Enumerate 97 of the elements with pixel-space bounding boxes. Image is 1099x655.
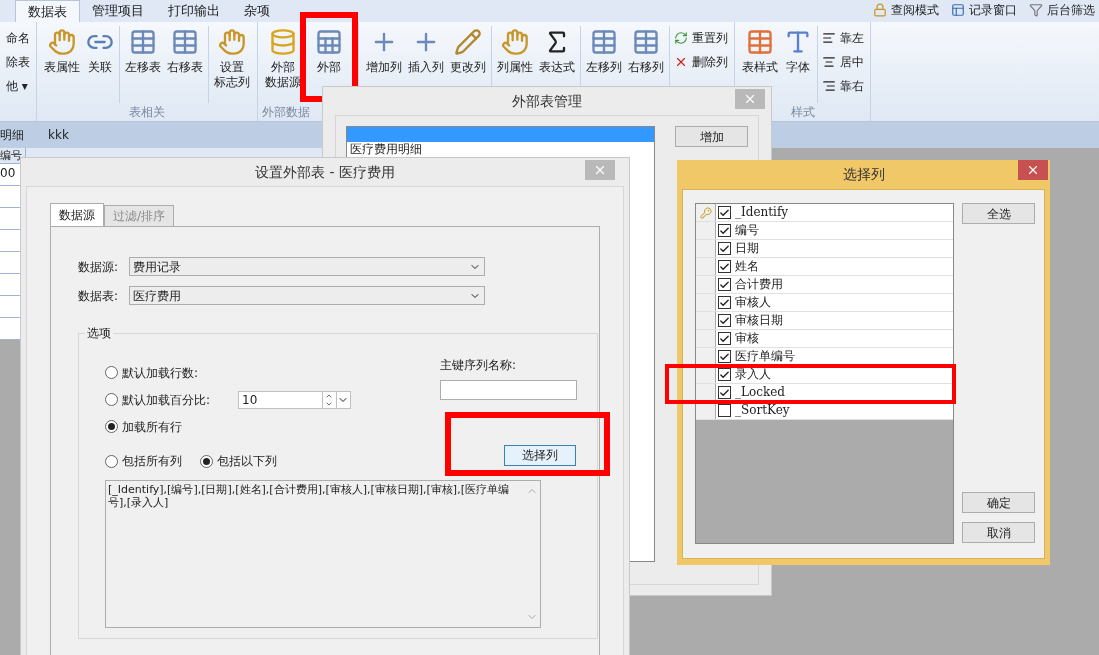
cancel-button[interactable]: 取消 (962, 522, 1035, 543)
ribbon-button[interactable]: 更改列 (447, 26, 489, 103)
dropdown-field[interactable]: 医疗费用 (129, 286, 485, 305)
checkbox[interactable] (718, 404, 731, 417)
ribbon-button[interactable]: 他 ▾ (4, 74, 32, 98)
input-field[interactable] (440, 380, 577, 400)
toolbar-button[interactable]: 后台筛选 (1029, 1, 1095, 19)
column-checkbox-row[interactable]: 编号 (716, 222, 761, 239)
pencil-icon (454, 28, 482, 56)
table-icon (632, 28, 660, 56)
ribbon-button[interactable]: 删除列 (672, 50, 730, 74)
ribbon-button[interactable]: 命名 (4, 26, 32, 50)
checkbox[interactable] (718, 260, 731, 273)
table-icon (171, 28, 199, 56)
group-label: 样式 (790, 104, 815, 121)
refresh-icon (674, 31, 688, 45)
ribbon-button[interactable]: 右移列 (625, 26, 667, 103)
radio-option[interactable]: 包括以下列 (200, 452, 277, 470)
window-icon (951, 3, 965, 17)
close-icon (1026, 163, 1040, 177)
table-icon (315, 28, 343, 56)
key-icon (699, 206, 712, 219)
field-label: 主键序列名称: (440, 357, 518, 374)
hand-icon (48, 28, 76, 56)
dropdown-field[interactable]: 费用记录 (129, 257, 485, 276)
choose-columns-button[interactable]: 选择列 (504, 444, 576, 466)
ribbon-button[interactable]: 右移表 (164, 26, 206, 103)
close-icon (743, 92, 757, 106)
dialog-title: 选择列 (842, 165, 885, 184)
dialog-title: 外部表管理 (512, 91, 582, 111)
checkbox[interactable] (718, 368, 731, 381)
ok-button[interactable]: 确定 (962, 492, 1035, 513)
table-icon (590, 28, 618, 56)
text-area[interactable]: [_Identify],[编号],[日期],[姓名],[合计费用],[审核人],[审核日期],[审核],[医疗单编号],[录入人] (105, 480, 541, 628)
column-checkbox-row[interactable]: 审核 (716, 330, 761, 347)
column-checkbox-row[interactable]: 姓名 (716, 258, 761, 275)
ribbon-button[interactable]: 表样式 (739, 26, 781, 103)
database-icon (269, 28, 297, 56)
hand-icon (218, 28, 246, 56)
menu-tab[interactable]: 数据表 (15, 0, 80, 22)
filter-icon (1029, 3, 1043, 17)
menu-tab[interactable]: 杂项 (232, 0, 282, 22)
ribbon-button[interactable]: 关联 (83, 26, 117, 103)
sheet-tab[interactable]: 明细 (0, 126, 24, 144)
ribbon-button[interactable]: 重置列 (672, 26, 730, 50)
align-center-icon (822, 55, 836, 69)
number-spinner[interactable]: 10 (238, 390, 352, 409)
toolbar-button[interactable]: 记录窗口 (951, 1, 1017, 19)
ribbon-button[interactable]: 外部 数据源 (262, 26, 304, 103)
add-button[interactable]: 增加 (675, 126, 748, 147)
ribbon-button[interactable]: 设置 标志列 (211, 26, 253, 103)
checkbox[interactable] (718, 350, 731, 363)
ribbon-button[interactable]: 表属性 (41, 26, 83, 103)
list-item[interactable]: 医疗费用明细 (347, 142, 654, 157)
checkbox[interactable] (718, 386, 731, 399)
close-button[interactable] (1018, 160, 1048, 180)
delete-icon (674, 55, 688, 69)
checkbox[interactable] (718, 278, 731, 291)
ribbon-button[interactable]: 靠右 (820, 74, 866, 98)
checkbox[interactable] (718, 242, 731, 255)
column-checkbox-row[interactable]: 日期 (716, 240, 761, 257)
radio-option[interactable]: 加载所有行 (105, 417, 182, 436)
dialog-title: 设置外部表 - 医疗费用 (255, 162, 395, 182)
ribbon-button[interactable]: 字体 (781, 26, 815, 103)
field-label: 数据源: (78, 258, 120, 276)
ribbon-button[interactable]: 左移列 (583, 26, 625, 103)
radio-option[interactable]: 包括所有列 (105, 452, 182, 470)
checkbox[interactable] (718, 332, 731, 345)
sheet-tab[interactable]: kkk (48, 126, 69, 144)
group-label: 表相关 (129, 104, 165, 121)
table-icon (746, 28, 774, 56)
align-left-icon (822, 31, 836, 45)
select-all-button[interactable]: 全选 (962, 203, 1035, 224)
column-list-text: [_Identify],[编号],[日期],[姓名],[合计费用],[审核人],[审核日期],[审核],[医疗单编号],[录入人] (107, 482, 510, 511)
dialog-tab[interactable]: 数据源 (50, 203, 104, 226)
table-icon (129, 28, 157, 56)
radio-option[interactable]: 默认加载百分比: (105, 390, 211, 409)
toolbar-button[interactable]: 查阅模式 (873, 1, 939, 19)
checkbox[interactable] (718, 314, 731, 327)
menu-tab[interactable]: 管理项目 (80, 0, 156, 22)
ribbon-button[interactable]: 靠左 (820, 26, 866, 50)
radio-option[interactable]: 默认加载行数: (105, 363, 199, 382)
ribbon-button[interactable]: 除表 (4, 50, 32, 74)
ribbon-button[interactable]: 外部 (312, 26, 346, 75)
checkbox[interactable] (718, 296, 731, 309)
ribbon-button[interactable]: 左移表 (122, 26, 164, 103)
checkbox[interactable] (718, 206, 731, 219)
align-right-icon (822, 79, 836, 93)
menu-tab[interactable]: 打印输出 (156, 0, 232, 22)
hand-icon (501, 28, 529, 56)
close-icon (593, 163, 607, 177)
checkbox[interactable] (718, 224, 731, 237)
field-label: 数据表: (78, 287, 120, 305)
ribbon-button[interactable]: 居中 (820, 50, 866, 74)
lock-icon (873, 3, 887, 17)
group-title: 选项 (85, 324, 113, 342)
group-label: 外部数据 (262, 104, 310, 121)
